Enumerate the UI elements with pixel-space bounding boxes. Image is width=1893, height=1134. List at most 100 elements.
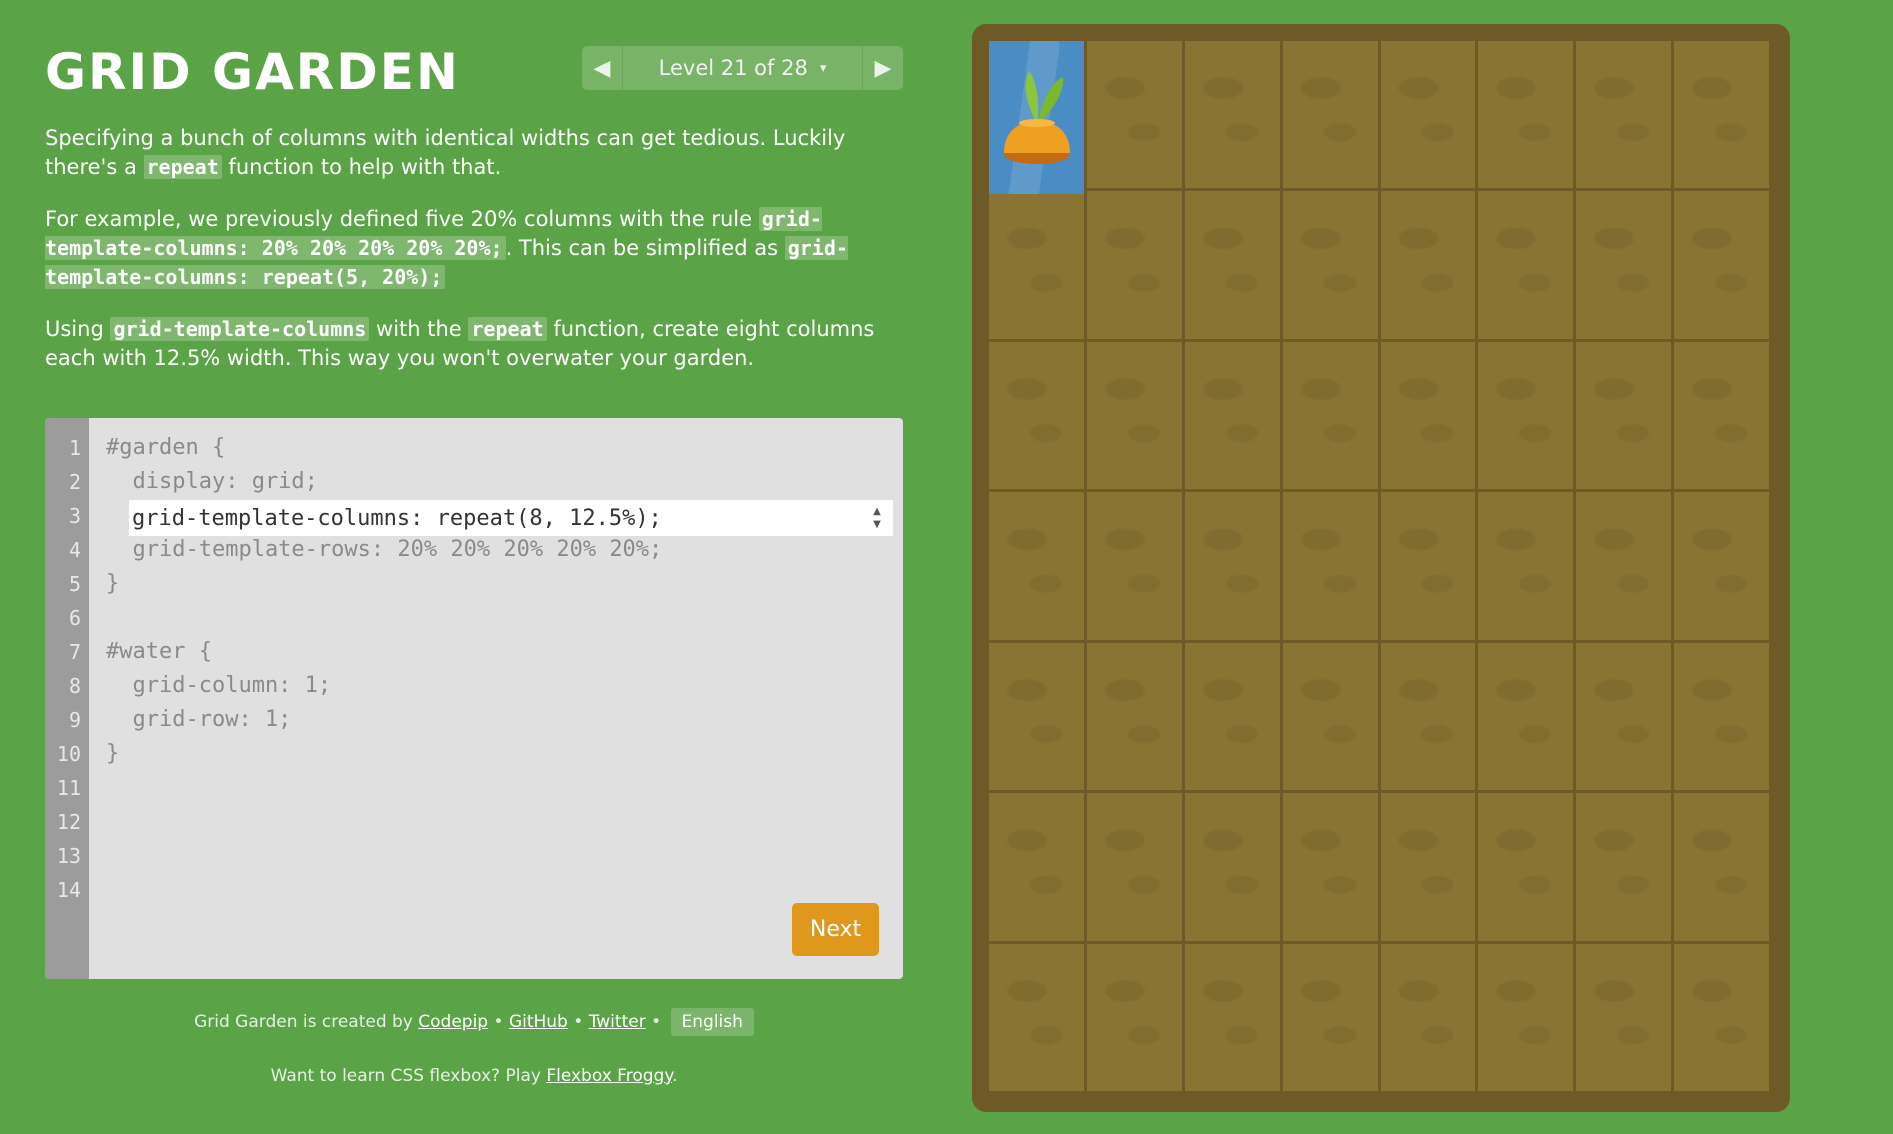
instruction-text: with the [369, 317, 469, 341]
garden-soil-cell [1086, 943, 1182, 1091]
garden-soil-cell [1282, 793, 1378, 941]
garden-soil-cell [989, 793, 1084, 941]
next-level-button[interactable]: ▶ [862, 46, 903, 90]
flexbox-froggy-link[interactable]: Flexbox Froggy [546, 1066, 672, 1086]
garden-soil-cell [1576, 642, 1672, 791]
garden-soil-cell [1576, 793, 1672, 941]
line-number: 4 [68, 538, 81, 562]
garden-soil-cell [1380, 943, 1476, 1091]
line-number-gutter: 1 2 3 4 5 6 7 8 9 10 11 12 13 14 [45, 418, 89, 979]
level-navigator: ◀ Level 21 of 28 ▾ ▶ [582, 46, 903, 90]
line-number: 13 [56, 844, 81, 868]
code-line: grid-column: 1; [106, 673, 332, 698]
garden-soil-cell [1282, 41, 1378, 189]
garden-soil-cell [1674, 642, 1769, 791]
garden-soil-cell [1478, 793, 1574, 941]
garden-soil-cell [1380, 341, 1476, 490]
garden-soil-cell [1086, 341, 1182, 490]
line-number: 10 [56, 742, 81, 766]
separator: • [488, 1012, 509, 1032]
garden-soil-cell [1576, 943, 1672, 1091]
line-number: 9 [68, 708, 81, 732]
next-button[interactable]: Next [792, 903, 879, 956]
garden-grid [989, 41, 1769, 1091]
garden-soil-cell [1380, 41, 1476, 189]
code-line: grid-template-rows: 20% 20% 20% 20% 20%; [106, 537, 663, 562]
instruction-text: Using [45, 317, 111, 341]
caret-down-icon: ▾ [819, 60, 827, 76]
garden-soil-cell [1086, 41, 1182, 189]
line-number: 5 [68, 572, 81, 596]
stepper-down-icon[interactable]: ▼ [873, 518, 881, 531]
footer-flexbox-promo: Want to learn CSS flexbox? Play Flexbox … [45, 1066, 903, 1086]
garden-soil-cell [1184, 642, 1280, 791]
garden-soil-cell [1282, 191, 1378, 339]
garden-soil-cell [1478, 191, 1574, 339]
garden-soil-cell [1674, 793, 1769, 941]
garden-soil-cell [1282, 492, 1378, 640]
language-selector[interactable]: English [670, 1008, 754, 1036]
garden-soil-cell [1086, 492, 1182, 640]
code-line: grid-row: 1; [106, 707, 292, 732]
github-link[interactable]: GitHub [509, 1012, 568, 1032]
garden-soil-cell [1478, 492, 1574, 640]
water-cell [989, 41, 1084, 194]
garden-soil-cell [1184, 943, 1280, 1091]
line-number: 2 [68, 470, 81, 494]
codepip-link[interactable]: Codepip [418, 1012, 488, 1032]
garden-soil-cell [1380, 492, 1476, 640]
line-number: 8 [68, 674, 81, 698]
css-code-input[interactable] [129, 500, 893, 536]
twitter-link[interactable]: Twitter [589, 1012, 646, 1032]
separator: • [567, 1012, 589, 1032]
level-dropdown[interactable]: Level 21 of 28 ▾ [623, 46, 862, 90]
code-line: } [106, 571, 120, 596]
garden-soil-cell [1576, 341, 1672, 490]
line-number: 6 [68, 606, 81, 630]
garden-soil-cell [1674, 943, 1769, 1091]
garden-soil-cell [1282, 341, 1378, 490]
garden-soil-cell [989, 341, 1084, 490]
garden-soil-cell [1184, 191, 1280, 339]
garden-soil-cell [1576, 191, 1672, 339]
garden-soil-cell [1380, 191, 1476, 339]
instruction-paragraph-1: Specifying a bunch of columns with ident… [45, 124, 903, 182]
code-line: } [106, 741, 120, 766]
instruction-text: . This can be simplified as [505, 236, 785, 260]
line-number: 11 [56, 776, 81, 800]
garden-soil-cell [1380, 793, 1476, 941]
garden-board [972, 24, 1790, 1112]
garden-soil-cell [1380, 642, 1476, 791]
arrow-left-icon: ◀ [593, 55, 611, 81]
garden-soil-cell [1184, 793, 1280, 941]
level-label: Level 21 of 28 [658, 56, 808, 80]
garden-soil-cell [989, 191, 1084, 339]
garden-soil-cell [1576, 41, 1672, 189]
code-snippet: repeat [468, 317, 547, 341]
garden-soil-cell [989, 642, 1084, 791]
garden-soil-cell [1086, 642, 1182, 791]
garden-soil-cell [1184, 341, 1280, 490]
instruction-paragraph-3: Using grid-template-columns with the rep… [45, 315, 903, 373]
previous-level-button[interactable]: ◀ [582, 46, 623, 90]
code-snippet: grid-template-columns [110, 317, 370, 341]
carrot-sprout-icon [1004, 71, 1070, 164]
garden-soil-cell [1674, 492, 1769, 640]
app-title: GRID GARDEN [45, 43, 460, 101]
instruction-paragraph-2: For example, we previously defined five … [45, 205, 903, 292]
garden-soil-cell [1478, 943, 1574, 1091]
garden-soil-cell [1478, 41, 1574, 189]
garden-soil-cell [1184, 492, 1280, 640]
credits-text: Grid Garden is created by [194, 1012, 419, 1032]
garden-soil-cell [1086, 191, 1182, 339]
instruction-text: For example, we previously defined five … [45, 207, 759, 231]
stepper-up-icon[interactable]: ▲ [873, 505, 881, 518]
line-number: 7 [68, 640, 81, 664]
garden-soil-cell [1478, 341, 1574, 490]
footer-credits: Grid Garden is created by Codepip • GitH… [45, 1008, 903, 1036]
input-stepper[interactable]: ▲ ▼ [865, 502, 889, 534]
instruction-text: function to help with that. [221, 155, 502, 179]
garden-soil-cell [1184, 41, 1280, 189]
garden-soil-cell [1478, 642, 1574, 791]
code-line: #garden { [106, 435, 226, 460]
